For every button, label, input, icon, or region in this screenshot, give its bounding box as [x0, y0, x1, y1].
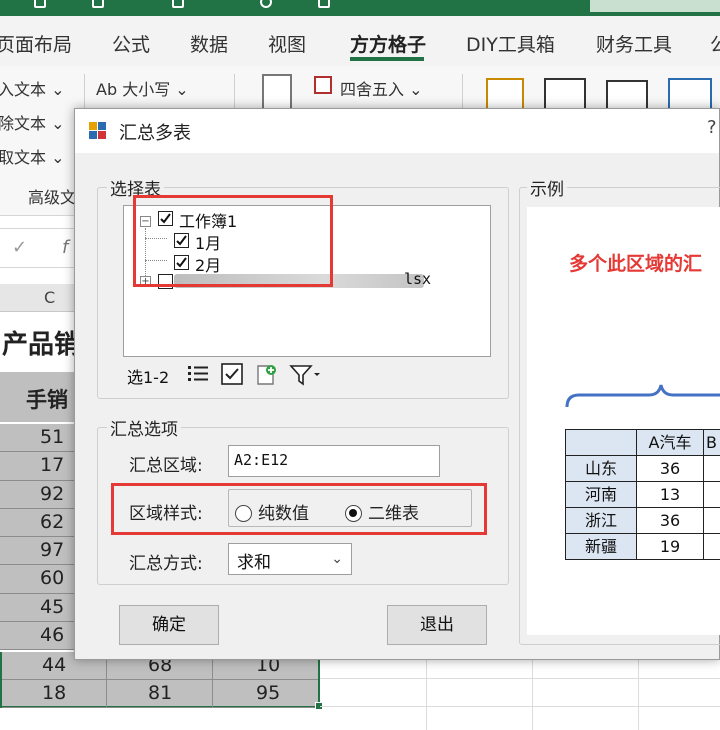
grid-line [638, 652, 639, 730]
grid-cell[interactable]: 17 [0, 452, 80, 481]
table-cell: 13 [636, 481, 704, 508]
check-all-icon[interactable] [221, 363, 243, 385]
table-cell [703, 481, 720, 508]
tab-formulas[interactable]: 公式 [112, 30, 150, 57]
grid-cell[interactable]: 51 [0, 424, 80, 453]
filter-icon[interactable] [289, 363, 323, 387]
table-cell [703, 455, 720, 482]
list-icon[interactable] [187, 363, 209, 385]
ok-button[interactable]: 确定 [119, 605, 219, 645]
tab-more[interactable]: 公 [710, 30, 720, 57]
table-row: 18 81 95 [2, 680, 318, 708]
data-column: 51 17 92 62 97 60 45 46 [0, 424, 80, 651]
search-box[interactable] [590, 0, 720, 12]
tree-toolbar: 选1-2 [123, 359, 491, 389]
table-cell: 19 [636, 533, 704, 560]
table-header-cell [565, 429, 637, 456]
function-icon[interactable]: f [62, 237, 68, 258]
table-header-cell: B [703, 429, 720, 456]
method-select[interactable]: 求和 ⌄ [228, 543, 352, 575]
table-header-cell[interactable]: 手销 [0, 372, 80, 422]
selected-range[interactable]: 44 68 10 18 81 95 [0, 652, 320, 708]
example-preview: 多个此区域的汇 A汽车 B 山东 36 河南 13 浙江 36 新疆 19 [527, 207, 720, 635]
checkmark-icon[interactable]: ✓ [12, 237, 27, 258]
tab-page-layout[interactable]: 页面布局 [0, 30, 72, 57]
round-button[interactable]: 四舍五入 ⌄ [340, 76, 423, 100]
summary-options-label: 汇总选项 [107, 415, 181, 440]
sheet-title-cell[interactable]: 产品销 [0, 318, 80, 366]
camera-icon[interactable] [260, 0, 272, 8]
delete-text-button[interactable]: 除文本 ⌄ [0, 110, 65, 134]
grid-cell[interactable]: 81 [148, 682, 172, 704]
help-button[interactable]: ? [707, 117, 717, 138]
group-label-advanced-text: 高级文 [28, 188, 77, 207]
active-tab-indicator [350, 57, 424, 61]
grid-cell[interactable]: 44 [42, 654, 66, 676]
highlight-sheet-selection [133, 195, 333, 287]
tab-view[interactable]: 视图 [268, 30, 306, 57]
table-header-cell: A汽车 [636, 429, 704, 456]
extract-text-button[interactable]: 取文本 ⌄ [0, 144, 65, 168]
exit-button[interactable]: 退出 [387, 605, 487, 645]
range-label: 汇总区域: [129, 456, 203, 476]
grid-line [320, 678, 720, 679]
back-icon[interactable] [34, 0, 46, 8]
grid-line [320, 706, 720, 707]
chevron-down-icon: ⌄ [331, 551, 343, 567]
grid-cell[interactable]: 46 [0, 622, 80, 651]
grid-cell[interactable]: 62 [0, 508, 80, 538]
clear-icon[interactable] [262, 74, 292, 112]
dialog-title: 汇总多表 [119, 123, 191, 144]
dialog-titlebar[interactable]: 汇总多表 ? [75, 109, 719, 153]
add-sheet-icon[interactable] [255, 363, 279, 387]
curly-brace-icon [565, 384, 720, 408]
case-button[interactable]: Ab 大小写 ⌄ [96, 76, 189, 100]
shape-icon[interactable] [318, 0, 330, 8]
method-value: 求和 [237, 553, 271, 573]
formula-bar[interactable]: ✓ f [0, 228, 80, 268]
empty-grid [320, 652, 720, 730]
excel-title-strip [0, 0, 720, 16]
range-input[interactable]: A2:E12 [228, 445, 440, 477]
table-cell: 36 [636, 455, 704, 482]
grid-cell[interactable]: 95 [256, 682, 280, 704]
summarize-sheets-dialog: 汇总多表 ? 选择表 − 工作簿1 1月 2月 + lsx 选1-2 汇总选项 … [74, 108, 720, 660]
grid-cell[interactable]: 18 [42, 682, 66, 704]
tab-diy-toolbox[interactable]: DIY工具箱 [466, 30, 555, 57]
table-cell [703, 533, 720, 560]
round-icon[interactable] [314, 76, 332, 94]
grid-line [426, 652, 427, 730]
table-cell: 河南 [565, 481, 637, 508]
save-icon[interactable] [92, 0, 104, 8]
grid-cell[interactable]: 45 [0, 593, 80, 623]
tab-data[interactable]: 数据 [190, 30, 228, 57]
grid-line [532, 652, 533, 730]
table-cell: 浙江 [565, 507, 637, 534]
example-caption: 多个此区域的汇 [569, 253, 703, 275]
grid-cell[interactable]: 97 [0, 537, 80, 566]
table-cell: 36 [636, 507, 704, 534]
app-icon [89, 122, 107, 140]
select-range-button[interactable]: 选1-2 [127, 364, 169, 388]
column-letter: C [44, 288, 56, 307]
grid-cell[interactable]: 60 [0, 565, 80, 594]
file-extension: lsx [404, 270, 432, 288]
tab-finance-tools[interactable]: 财务工具 [596, 30, 672, 57]
column-header[interactable]: C [0, 284, 80, 312]
table-cell: 新疆 [565, 533, 637, 560]
insert-text-button[interactable]: 入文本 ⌄ [0, 76, 65, 100]
method-label: 汇总方式: [129, 554, 203, 574]
table-cell: 山东 [565, 455, 637, 482]
sort-icon[interactable] [172, 0, 184, 8]
highlight-area-style [111, 483, 487, 535]
example-label: 示例 [527, 175, 567, 200]
tab-fangfang[interactable]: 方方格子 [350, 30, 426, 57]
grid-cell[interactable]: 92 [0, 480, 80, 509]
table-cell [703, 507, 720, 534]
